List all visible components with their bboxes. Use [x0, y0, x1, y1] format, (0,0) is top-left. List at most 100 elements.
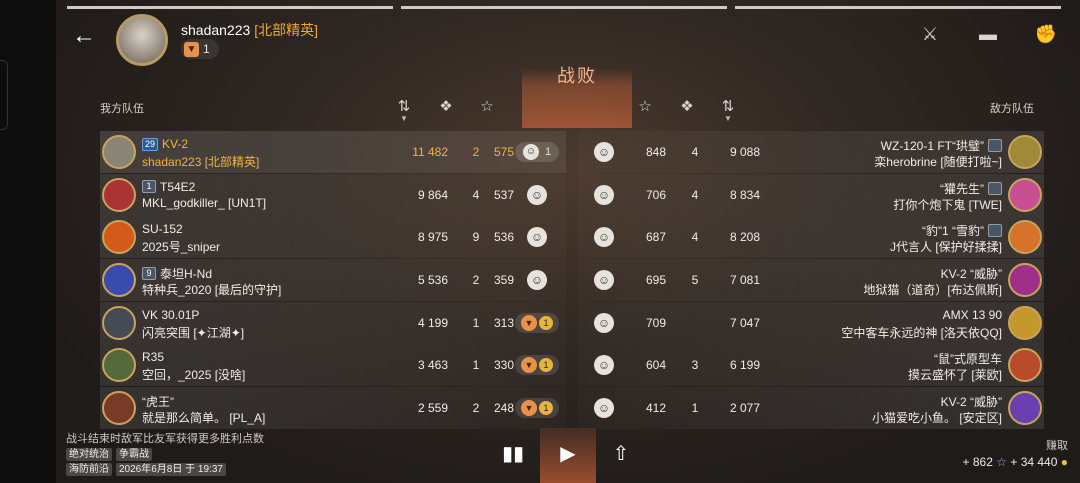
smile-icon[interactable]: ☺ — [594, 355, 614, 376]
top-icon-bar: ⚔ ▬ ✊ — [916, 24, 1060, 46]
page-indicator-3[interactable] — [735, 6, 1061, 9]
enemy-tank: WZ-120-1 FT“珙璧” ​ — [881, 137, 1002, 154]
reaction-button[interactable]: ☺ 1 — [515, 142, 559, 162]
dislike-count: 1 — [539, 315, 553, 330]
reaction-count: 1 — [544, 146, 552, 158]
tank-tier-badge: 9 — [142, 267, 156, 281]
enemy-row[interactable]: ☺ 604 3 6 199 “鼠”式原型车 摸云盛怀了 [莱欧] — [578, 344, 1044, 387]
enemy-kills: 4 — [691, 187, 699, 202]
thumbs-down-icon: ▼ — [521, 314, 537, 331]
ally-tank: R35 — [142, 350, 164, 364]
stats-chart-icon[interactable]: ▮▮ — [499, 440, 527, 468]
xp-star-icon: ☆ — [996, 455, 1008, 469]
ally-avatar[interactable] — [102, 177, 136, 212]
player-name: shadan223 — [181, 22, 251, 38]
scoreboard-row: “虎王” 就是那么简单。 [PL_A] 2 559 2 248 ▼ 1 ☺ 412… — [100, 387, 1044, 430]
ally-avatar[interactable] — [102, 348, 136, 383]
ally-row[interactable]: 1 T54E2 MKL_godkiller_ [UN1T] 9 864 4 537… — [100, 173, 566, 216]
enemy-avatar[interactable] — [1008, 391, 1042, 426]
page-indicator-2[interactable] — [401, 6, 727, 9]
share-icon[interactable]: ⇧ — [607, 440, 635, 468]
ally-avatar[interactable] — [102, 135, 136, 169]
enemy-avatar[interactable] — [1008, 263, 1042, 298]
scoreboard: 29 KV-2 shadan223 [北部精英] 11 482 2 575 ☺ 1 … — [100, 131, 1044, 430]
enemy-row[interactable]: ☺ 687 4 8 208 “豹”1 “雪豹” ​ J代言人 [保护好揉揉] — [578, 216, 1044, 259]
smile-icon[interactable]: ☺ — [527, 270, 547, 291]
mode-tag: 绝对统治 — [66, 448, 112, 461]
ally-avatar[interactable] — [102, 220, 136, 255]
smile-icon[interactable]: ☺ — [594, 270, 614, 291]
back-arrow-icon[interactable]: ← — [72, 22, 100, 50]
kills-icon[interactable]: ❖ — [435, 97, 457, 115]
enemy-avatar[interactable] — [1008, 177, 1042, 212]
smile-icon[interactable]: ☺ — [594, 142, 614, 162]
smile-icon[interactable]: ☺ — [594, 398, 614, 419]
ally-player-name: 空回，_2025 [没啥] — [142, 368, 246, 383]
enemy-kills-icon[interactable]: ❖ — [676, 97, 698, 115]
sidebar-notch — [0, 60, 8, 130]
enemy-row[interactable]: ☺ 695 5 7 081 KV-2 “威胁” 地狱猫（道奇）[布达佩斯] — [578, 259, 1044, 302]
enemy-player-name: 摸云盛怀了 [莱欧] — [907, 368, 1002, 383]
smile-icon[interactable]: ☺ — [527, 184, 547, 205]
smile-icon[interactable]: ☺ — [527, 227, 547, 248]
earn-label: 赚取 — [1046, 440, 1068, 452]
dislike-button[interactable]: ▼ 1 — [515, 312, 559, 333]
ally-avatar[interactable] — [102, 305, 136, 340]
ally-row[interactable]: R35 空回，_2025 [没啥] 3 463 1 330 ▼ 1 — [100, 344, 566, 387]
smile-icon[interactable]: ☺ — [594, 312, 614, 333]
enemy-row[interactable]: ☺ 706 4 8 834 “獾先生” ​ 打你个炮下鬼 [TWE] — [578, 173, 1044, 216]
ally-row[interactable]: 29 KV-2 shadan223 [北部精英] 11 482 2 575 ☺ 1 — [100, 131, 566, 173]
ally-tank: 9 泰坦H-Nd — [142, 265, 212, 282]
enemy-avatar[interactable] — [1008, 220, 1042, 255]
ally-tank: SU-152 — [142, 222, 183, 236]
scoreboard-row: R35 空回，_2025 [没啥] 3 463 1 330 ▼ 1 ☺ 604 3… — [100, 344, 1044, 387]
replay-icon[interactable]: ▶ — [554, 440, 582, 468]
enemy-row[interactable]: ☺ 709 7 047 AMX 13 90 空中客车永远的神 [洛天依QQ] — [578, 301, 1044, 344]
enemy-row[interactable]: ☺ 848 4 9 088 WZ-120-1 FT“珙璧” ​ 栾herobrin… — [578, 131, 1044, 173]
ally-row[interactable]: “虎王” 就是那么简单。 [PL_A] 2 559 2 248 ▼ 1 — [100, 387, 566, 430]
enemy-avatar[interactable] — [1008, 348, 1042, 383]
crossed-swords-icon[interactable]: ⚔ — [916, 24, 944, 46]
enemy-damage: 7 047 — [729, 315, 760, 330]
enemy-avatar[interactable] — [1008, 305, 1042, 340]
smile-icon[interactable]: ☺ — [594, 227, 614, 248]
enemy-sort-damage-icon[interactable]: ⇅ ▼ — [717, 97, 739, 123]
ally-row[interactable]: 9 泰坦H-Nd 特种兵_2020 [最后的守护] 5 536 2 359 ☺ — [100, 259, 566, 302]
thumbs-down-icon: ▼ — [521, 357, 537, 374]
ally-player-name: MKL_godkiller_ [UN1T] — [142, 195, 267, 210]
ally-row[interactable]: SU-152 2025号_sniper 8 975 9 536 ☺ — [100, 216, 566, 259]
map-tag: 海防前沿 — [66, 463, 112, 476]
ally-row[interactable]: VK 30.01P 闪亮突围 [✦江湖✦] 4 199 1 313 ▼ 1 — [100, 301, 566, 344]
ally-tank: VK 30.01P — [142, 308, 199, 322]
enemy-avatar[interactable] — [1008, 135, 1042, 169]
scoreboard-row: 1 T54E2 MKL_godkiller_ [UN1T] 9 864 4 537… — [100, 173, 1044, 217]
star-icon[interactable]: ☆ — [476, 97, 498, 115]
enemy-xp: 695 — [645, 273, 666, 288]
fist-icon[interactable]: ✊ — [1032, 24, 1060, 46]
ally-avatar[interactable] — [102, 391, 136, 426]
smile-icon[interactable]: ☺ — [594, 184, 614, 205]
ally-tank-name: KV-2 — [162, 137, 189, 151]
tank-icon[interactable]: ▬ — [974, 24, 1002, 46]
enemy-row[interactable]: ☺ 412 1 2 077 KV-2 “威胁” 小猫爱吃小鱼。 [安定区] — [578, 387, 1044, 430]
enemy-tank-name: AMX 13 90 — [942, 307, 1002, 322]
ally-avatar[interactable] — [102, 263, 136, 298]
player-avatar[interactable] — [116, 14, 168, 66]
thumbs-down-icon: ▼ — [184, 41, 199, 57]
ally-player-name: shadan223 [北部精英] — [142, 155, 260, 169]
page-indicator-1[interactable] — [67, 6, 393, 9]
dislike-button[interactable]: ▼ 1 — [515, 355, 559, 376]
dislike-button[interactable]: ▼ 1 — [515, 398, 559, 419]
battle-type-tag: 争霸战 — [116, 448, 152, 461]
enemy-tank: AMX 13 90 — [943, 308, 1002, 322]
credits-icon: ● — [1060, 455, 1068, 469]
enemy-tank: KV-2 “威胁” — [941, 393, 1002, 410]
sort-damage-icon[interactable]: ⇅ ▼ — [393, 97, 415, 123]
enemy-xp: 604 — [645, 358, 666, 373]
ally-player-name: 特种兵_2020 [最后的守护] — [142, 283, 282, 298]
enemy-star-icon[interactable]: ☆ — [634, 97, 656, 115]
enemy-player-name: 地狱猫（道奇）[布达佩斯] — [863, 283, 1002, 298]
enemy-tank: KV-2 “威胁” — [941, 265, 1002, 282]
enemy-xp: 848 — [645, 145, 666, 159]
tank-tier-badge: 29 — [142, 137, 159, 151]
